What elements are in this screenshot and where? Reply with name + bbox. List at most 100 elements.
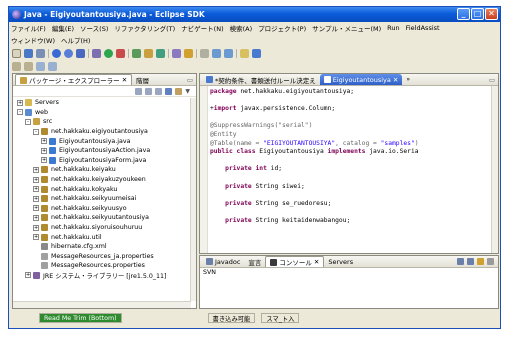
- expand-icon[interactable]: +: [41, 157, 47, 164]
- tree-item[interactable]: - net.hakkaku.eigiyoutantousiya: [13, 127, 191, 137]
- tree-item[interactable]: + net.hakkaku.util: [13, 232, 191, 242]
- menu-file[interactable]: ファイル(F): [11, 23, 46, 33]
- close-icon[interactable]: ✕: [122, 76, 127, 84]
- close-button[interactable]: ✕: [485, 8, 498, 20]
- menu-navigate[interactable]: ナビゲート(N): [181, 23, 223, 33]
- tree-item[interactable]: - web: [13, 108, 191, 118]
- navigate-back-icon[interactable]: [212, 48, 221, 58]
- new-class-icon[interactable]: [156, 48, 165, 58]
- menu-project[interactable]: プロジェクト(P): [258, 23, 306, 33]
- tab-hierarchy[interactable]: 階層: [132, 74, 153, 85]
- expand-icon[interactable]: +: [33, 234, 39, 241]
- explorer-horizontal-scrollbar[interactable]: [13, 301, 191, 308]
- navigate-forward-icon[interactable]: [224, 48, 233, 58]
- tab-editor-file-2[interactable]: Eigiyoutantousiya ✕: [319, 74, 403, 85]
- forward-icon[interactable]: [48, 61, 57, 71]
- minimize-view-icon[interactable]: ▭: [489, 76, 495, 84]
- tree-item[interactable]: + Servers: [13, 98, 191, 108]
- new-java-project-icon[interactable]: [132, 48, 141, 58]
- tree-item[interactable]: - src: [13, 117, 191, 127]
- tree-item[interactable]: + Eigiyoutantousiya.java: [13, 136, 191, 146]
- search-icon[interactable]: [184, 48, 193, 58]
- java-perspective-icon[interactable]: [240, 48, 249, 58]
- open-console-icon[interactable]: [487, 258, 494, 265]
- open-type-icon[interactable]: [172, 48, 181, 58]
- back-icon[interactable]: [135, 87, 143, 95]
- minimize-button[interactable]: _: [457, 8, 470, 20]
- new-icon[interactable]: [12, 48, 21, 58]
- expand-icon[interactable]: +: [33, 166, 39, 173]
- tree-item[interactable]: hibernate.cfg.xml: [13, 242, 191, 252]
- scroll-lock-icon[interactable]: [467, 258, 474, 265]
- run-icon[interactable]: [104, 48, 113, 58]
- menu-refactor[interactable]: リファクタリング(T): [114, 23, 175, 33]
- expand-icon[interactable]: +: [33, 176, 39, 183]
- save-icon[interactable]: [24, 48, 33, 58]
- expand-icon[interactable]: +: [33, 224, 39, 231]
- back-icon[interactable]: [36, 61, 45, 71]
- tree-item[interactable]: + net.hakkaku.seikyuumeisai: [13, 194, 191, 204]
- tree-item[interactable]: MessageResources_ja.properties: [13, 252, 191, 262]
- expand-icon[interactable]: +: [41, 138, 47, 145]
- close-icon[interactable]: ✕: [314, 258, 319, 266]
- tree-item[interactable]: + JRE システム・ライブラリー [jre1.5.0_11]: [13, 271, 191, 281]
- link-editor-icon[interactable]: [175, 87, 183, 95]
- pin-console-icon[interactable]: [477, 258, 484, 265]
- expand-icon[interactable]: +: [33, 205, 39, 212]
- debug-icon[interactable]: [92, 48, 101, 58]
- tree-item[interactable]: + EigiyoutantousiyaAction.java: [13, 146, 191, 156]
- minimize-view-icon[interactable]: ▭: [187, 76, 193, 84]
- collapse-all-icon[interactable]: [165, 87, 173, 95]
- editor-vertical-scrollbar[interactable]: [491, 86, 498, 253]
- forward-icon[interactable]: [145, 87, 153, 95]
- browse-icon[interactable]: [52, 48, 61, 58]
- expand-icon[interactable]: +: [33, 186, 39, 193]
- collapse-icon[interactable]: -: [25, 118, 31, 125]
- expand-icon[interactable]: +: [41, 147, 47, 154]
- tree-item[interactable]: + EigiyoutantousiyaForm.java: [13, 156, 191, 166]
- new-package-icon[interactable]: [144, 48, 153, 58]
- tree-item[interactable]: + net.hakkaku.kokyaku: [13, 184, 191, 194]
- menu-edit[interactable]: 編集(E): [52, 23, 74, 33]
- clear-console-icon[interactable]: [457, 258, 464, 265]
- menu-source[interactable]: ソース(S): [80, 23, 108, 33]
- tab-package-explorer[interactable]: パッケージ・エクスプローラー ✕: [15, 74, 133, 85]
- annotation-icon[interactable]: [200, 48, 209, 58]
- previous-annotation-icon[interactable]: [24, 61, 33, 71]
- tab-console[interactable]: コンソール ✕: [265, 256, 325, 267]
- up-icon[interactable]: [155, 87, 163, 95]
- tab-editor-file-1[interactable]: *契約条件、書類送付ルール決定え: [202, 74, 320, 85]
- debug-perspective-icon[interactable]: [252, 48, 261, 58]
- server-icon[interactable]: [64, 48, 73, 58]
- menu-help[interactable]: ヘルプ(H): [61, 35, 90, 45]
- menu-run[interactable]: Run: [387, 24, 399, 32]
- expand-icon[interactable]: +: [33, 214, 39, 221]
- menu-window[interactable]: ウィンドウ(W): [11, 35, 55, 45]
- menu-sample[interactable]: サンプル・メニュー(M): [312, 23, 381, 33]
- tree-item[interactable]: + net.hakkaku.siyoruisouhuruu: [13, 223, 191, 233]
- print-icon[interactable]: [36, 48, 45, 58]
- tab-javadoc[interactable]: Javadoc: [202, 256, 244, 267]
- tab-declaration[interactable]: 宣言: [244, 256, 265, 267]
- tree-item[interactable]: MessageResources.properties: [13, 261, 191, 271]
- tree-item[interactable]: + net.hakkaku.keiyakuzyoukeen: [13, 175, 191, 185]
- tree-item[interactable]: + net.hakkaku.seikyuusyo: [13, 204, 191, 214]
- explorer-vertical-scrollbar[interactable]: [190, 98, 196, 301]
- code-area[interactable]: package net.hakkaku.eigiyoutantousiya; +i…: [210, 88, 490, 226]
- more-tabs-indicator[interactable]: »: [406, 76, 410, 83]
- expand-icon[interactable]: +: [17, 99, 23, 106]
- tab-servers[interactable]: Servers: [324, 256, 357, 267]
- collapse-icon[interactable]: -: [17, 109, 23, 116]
- tree-item[interactable]: + net.hakkaku.seikyuutantousiya: [13, 213, 191, 223]
- menu-fieldassist[interactable]: FieldAssist: [406, 24, 440, 32]
- menu-search[interactable]: 検索(A): [230, 23, 253, 33]
- maximize-button[interactable]: □: [471, 8, 484, 20]
- external-tools-icon[interactable]: [116, 48, 125, 58]
- status-trim-label[interactable]: Read Me Trim (Bottom): [39, 313, 122, 323]
- close-icon[interactable]: ✕: [393, 76, 398, 84]
- tree-item[interactable]: + net.hakkaku.keiyaku: [13, 165, 191, 175]
- expand-icon[interactable]: +: [33, 195, 39, 202]
- collapse-icon[interactable]: -: [33, 128, 39, 135]
- expand-icon[interactable]: +: [25, 272, 31, 279]
- view-menu-icon[interactable]: ▼: [185, 88, 190, 95]
